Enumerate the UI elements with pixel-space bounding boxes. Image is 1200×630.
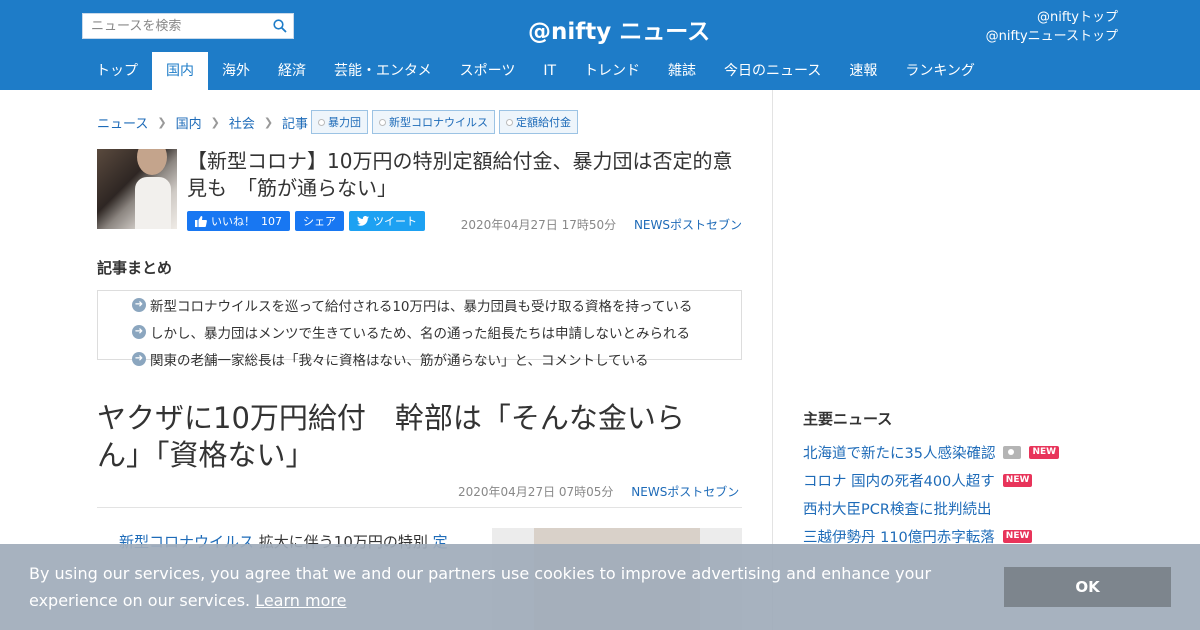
like-label: いいね！	[211, 215, 255, 228]
breadcrumb-news[interactable]: ニュース	[97, 113, 148, 132]
tab-breaking[interactable]: 速報	[835, 52, 891, 90]
summary-box: ➜ 新型コロナウイルスを巡って給付される10万円は、暴力団員も受け取る資格を持って…	[97, 290, 742, 369]
list-item: ➜ 関東の老舗一家総長は「我々に資格はない、筋が通らない」と、コメントしている	[132, 345, 741, 372]
top-news-link[interactable]: コロナ 国内の死者400人超す	[803, 470, 995, 491]
tab-domestic[interactable]: 国内	[152, 52, 208, 90]
nifty-news-top-link[interactable]: @niftyニューストップ	[986, 27, 1118, 46]
cookie-ok-button[interactable]: OK	[1004, 567, 1171, 607]
article-meta: 2020年04月27日 17時50分 NEWSポストセブン	[461, 216, 742, 233]
social-buttons: いいね！ 107 シェア ツイート	[187, 211, 430, 231]
article-source-link[interactable]: NEWSポストセブン	[634, 218, 742, 232]
tab-top[interactable]: トップ	[82, 52, 152, 90]
new-badge: NEW	[1029, 445, 1060, 459]
top-news-link[interactable]: 北海道で新たに35人感染確認	[803, 442, 995, 463]
share-button[interactable]: シェア	[295, 211, 344, 231]
topic-tags: 暴力団 新型コロナウイルス 定額給付金	[311, 110, 582, 134]
article-date: 2020年04月27日 17時50分	[460, 218, 617, 232]
list-item: 西村大臣PCR検査に批判続出	[803, 494, 1059, 522]
site-header: @nifty ニュース @niftyトップ @niftyニューストップ トップ …	[0, 0, 1200, 90]
chevron-right-icon: ❯	[157, 115, 167, 129]
new-badge: NEW	[1002, 529, 1033, 543]
new-badge: NEW	[1002, 473, 1033, 487]
thumbs-up-icon	[195, 215, 207, 227]
arrow-right-icon: ➜	[132, 351, 146, 366]
like-count: 107	[261, 214, 282, 228]
tab-trend[interactable]: トレンド	[570, 52, 654, 90]
site-logo[interactable]: @nifty ニュース	[528, 12, 710, 46]
chevron-right-icon: ❯	[210, 115, 220, 129]
tweet-button[interactable]: ツイート	[349, 211, 425, 231]
tag-label: 新型コロナウイルス	[389, 116, 488, 129]
cookie-message: By using our services, you agree that we…	[29, 560, 979, 614]
article-headline: 【新型コロナ】10万円の特別定額給付金、暴力団は否定的意見も 「筋が通らない」	[187, 149, 733, 200]
summary-text: 新型コロナウイルスを巡って給付される10万円は、暴力団員も受け取る資格を持ってい…	[150, 298, 693, 315]
story-date: 2020年04月27日 07時05分	[458, 485, 614, 499]
twitter-bird-icon	[357, 216, 369, 226]
divider	[97, 507, 742, 508]
list-item: ➜ 新型コロナウイルスを巡って給付される10万円は、暴力団員も受け取る資格を持って…	[132, 291, 741, 318]
summary-title: 記事まとめ	[97, 259, 173, 277]
main-nav: トップ 国内 海外 経済 芸能・エンタメ スポーツ IT トレンド 雑誌 今日の…	[82, 52, 989, 90]
thumbnail-figure-body	[135, 177, 171, 229]
tab-it[interactable]: IT	[529, 52, 570, 90]
tab-magazine[interactable]: 雑誌	[654, 52, 710, 90]
learn-more-link[interactable]: Learn more	[255, 591, 346, 610]
article-thumbnail	[97, 149, 177, 229]
summary-text: しかし、暴力団はメンツで生きているため、名の通った組長たちは申請しないとみられる	[150, 325, 690, 342]
tag-label: 定額給付金	[516, 116, 571, 129]
cookie-text: By using our services, you agree that we…	[29, 564, 932, 610]
tag-item[interactable]: 新型コロナウイルス	[372, 110, 495, 134]
tab-today[interactable]: 今日のニュース	[710, 52, 835, 90]
tag-label: 暴力団	[328, 116, 361, 129]
sidebar-title: 主要ニュース	[803, 410, 893, 428]
search-input[interactable]	[83, 14, 263, 38]
camera-icon	[1003, 445, 1022, 459]
story-meta: 2020年04月27日 07時05分 NEWSポストセブン	[458, 483, 739, 500]
tag-item[interactable]: 定額給付金	[499, 110, 578, 134]
header-links: @niftyトップ @niftyニューストップ	[986, 8, 1118, 46]
summary-text: 関東の老舗一家総長は「我々に資格はない、筋が通らない」と、コメントしている	[150, 352, 649, 369]
like-button[interactable]: いいね！ 107	[187, 211, 290, 231]
breadcrumb-domestic[interactable]: 国内	[176, 113, 202, 132]
chevron-right-icon: ❯	[263, 115, 274, 129]
tab-entertainment[interactable]: 芸能・エンタメ	[320, 52, 446, 90]
circle-icon	[379, 118, 386, 126]
breadcrumb: ニュース ❯ 国内 ❯ 社会 ❯ 記事	[97, 110, 308, 134]
thumbnail-figure-head	[137, 149, 167, 175]
search-icon[interactable]	[273, 19, 287, 33]
circle-icon	[318, 118, 325, 126]
arrow-right-icon: ➜	[132, 324, 146, 339]
tab-world[interactable]: 海外	[208, 52, 264, 90]
share-label: シェア	[303, 215, 336, 228]
breadcrumb-society[interactable]: 社会	[229, 113, 255, 132]
tab-sports[interactable]: スポーツ	[446, 52, 530, 90]
top-news-link[interactable]: 西村大臣PCR検査に批判続出	[803, 498, 991, 519]
nifty-top-link[interactable]: @niftyトップ	[986, 8, 1118, 27]
tab-economy[interactable]: 経済	[264, 52, 320, 90]
list-item: コロナ 国内の死者400人超す NEW	[803, 466, 1059, 494]
story-title: ヤクザに10万円給付 幹部は「そんな金いらん」「資格ない」	[97, 401, 685, 472]
tweet-label: ツイート	[373, 215, 417, 228]
arrow-right-icon: ➜	[132, 297, 146, 312]
tag-item[interactable]: 暴力団	[311, 110, 368, 134]
circle-icon	[506, 118, 513, 126]
story-source-link[interactable]: NEWSポストセブン	[631, 485, 739, 499]
tab-ranking[interactable]: ランキング	[891, 52, 989, 90]
search-box[interactable]	[82, 13, 294, 39]
list-item: ➜ しかし、暴力団はメンツで生きているため、名の通った組長たちは申請しないとみられ…	[132, 318, 741, 345]
cookie-banner: By using our services, you agree that we…	[0, 544, 1200, 630]
breadcrumb-article[interactable]: 記事	[282, 113, 308, 132]
list-item: 北海道で新たに35人感染確認 NEW	[803, 438, 1060, 466]
top-news-list: 北海道で新たに35人感染確認 NEW コロナ 国内の死者400人超す NEW 西…	[803, 438, 1060, 550]
